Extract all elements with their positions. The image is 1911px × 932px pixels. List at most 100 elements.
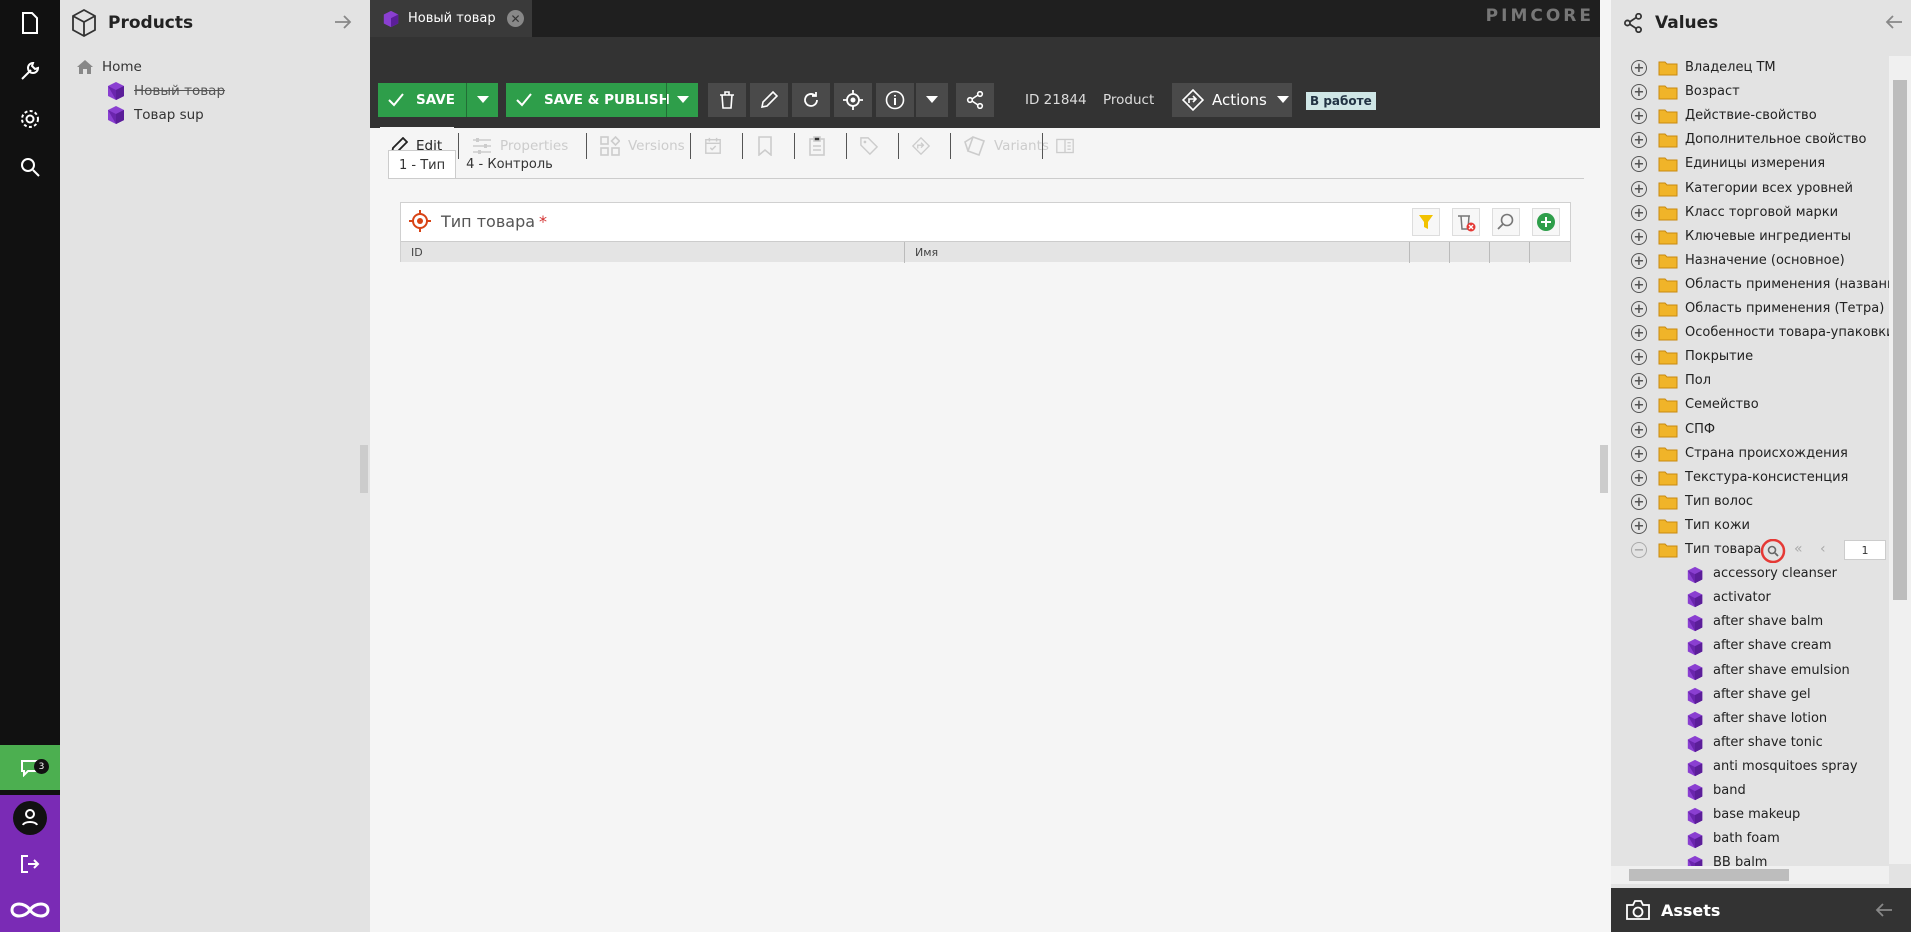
values-folder-row[interactable]: + Назначение (основное) — [1611, 249, 1891, 273]
first-page-icon[interactable]: « — [1794, 541, 1803, 557]
close-tab-icon[interactable]: ✕ — [507, 10, 524, 27]
expand-icon[interactable]: + — [1631, 229, 1647, 245]
save-button[interactable]: SAVE — [378, 83, 498, 117]
expand-icon[interactable]: + — [1631, 446, 1647, 462]
values-folder-row[interactable]: + Категории всех уровней — [1611, 177, 1891, 201]
info-button[interactable] — [876, 83, 914, 117]
tab-variants[interactable]: Variants — [954, 127, 1059, 164]
share-button[interactable] — [956, 83, 994, 117]
gear-icon[interactable] — [0, 96, 60, 142]
values-folder-row[interactable]: + Владелец ТМ — [1611, 56, 1891, 80]
logout-button[interactable] — [0, 841, 60, 886]
expand-icon[interactable]: + — [1631, 253, 1647, 269]
add-relation-button[interactable] — [1532, 208, 1560, 236]
tree-item-tovar-sup[interactable]: Товар sup — [60, 103, 370, 127]
rename-button[interactable] — [750, 83, 788, 117]
search-icon[interactable] — [1758, 539, 1788, 563]
tab-bookmark[interactable] — [746, 127, 792, 164]
tab-workflow[interactable] — [902, 127, 948, 164]
tree-item-novyi-tovar[interactable]: Новый товар — [60, 79, 370, 103]
values-object-row[interactable]: band — [1611, 779, 1891, 803]
prev-page-icon[interactable]: ‹ — [1820, 541, 1826, 557]
expand-icon[interactable]: + — [1631, 518, 1647, 534]
values-object-row[interactable]: accessory cleanser — [1611, 562, 1891, 586]
tab-tags[interactable] — [850, 127, 896, 164]
values-object-row[interactable]: anti mosquitoes spray — [1611, 755, 1891, 779]
values-object-row[interactable]: after shave emulsion — [1611, 659, 1891, 683]
values-folder-row[interactable]: + Единицы измерения — [1611, 152, 1891, 176]
notifications-button[interactable]: 3 — [0, 745, 60, 790]
tree-resize-handle[interactable] — [360, 445, 368, 493]
subtab-type[interactable]: 1 - Тип — [388, 150, 457, 179]
info-dropdown[interactable] — [916, 83, 948, 117]
values-folder-row[interactable]: + Особенности товара-упаковки — [1611, 321, 1895, 345]
save-options-dropdown[interactable] — [466, 83, 498, 117]
tab-preview[interactable] — [1046, 127, 1092, 164]
expand-icon[interactable]: + — [1631, 205, 1647, 221]
delete-button[interactable] — [708, 83, 746, 117]
values-object-row[interactable]: after shave balm — [1611, 610, 1891, 634]
expand-icon[interactable]: + — [1631, 494, 1647, 510]
values-horizontal-scrollbar[interactable] — [1611, 866, 1889, 884]
expand-icon[interactable]: + — [1631, 470, 1647, 486]
tree-item-home[interactable]: Home — [60, 55, 370, 79]
tab-schedule[interactable] — [694, 127, 740, 164]
expand-icon[interactable]: + — [1631, 349, 1647, 365]
collapse-panel-icon[interactable] — [334, 15, 352, 29]
values-object-row[interactable]: activator — [1611, 586, 1891, 610]
values-object-row[interactable]: after shave tonic — [1611, 731, 1891, 755]
reload-button[interactable] — [792, 83, 830, 117]
values-folder-row[interactable]: + Возраст — [1611, 80, 1891, 104]
values-folder-row[interactable]: + Тип кожи — [1611, 514, 1891, 538]
expand-icon[interactable]: + — [1631, 397, 1647, 413]
user-avatar-button[interactable] — [0, 795, 60, 840]
search-icon[interactable] — [0, 144, 60, 190]
clear-relations-button[interactable] — [1452, 208, 1480, 236]
values-folder-row[interactable]: + Тип волос — [1611, 490, 1891, 514]
column-header-id[interactable]: ID — [401, 242, 905, 263]
values-folder-row[interactable]: + Область применения (Тетра) — [1611, 297, 1891, 321]
expand-icon[interactable]: + — [1631, 325, 1647, 341]
actions-button[interactable]: Actions — [1172, 83, 1292, 117]
values-folder-row[interactable]: + Покрытие — [1611, 345, 1891, 369]
expand-icon[interactable]: + — [1631, 277, 1647, 293]
values-folder-row[interactable]: + Дополнительное свойство — [1611, 128, 1891, 152]
expand-icon[interactable]: + — [1631, 422, 1647, 438]
values-object-row[interactable]: after shave lotion — [1611, 707, 1891, 731]
collapse-panel-icon[interactable] — [1885, 15, 1903, 29]
expand-icon[interactable]: + — [1631, 301, 1647, 317]
right-resize-handle[interactable] — [1600, 445, 1608, 493]
values-object-row[interactable]: after shave gel — [1611, 683, 1891, 707]
column-header-name[interactable]: Имя — [905, 242, 1410, 263]
values-folder-row[interactable]: + Семейство — [1611, 393, 1891, 417]
expand-icon[interactable]: + — [1631, 60, 1647, 76]
expand-icon[interactable]: + — [1631, 84, 1647, 100]
document-tab[interactable]: Новый товар ✕ — [370, 0, 532, 37]
values-folder-row[interactable]: + Класс торговой марки — [1611, 201, 1891, 225]
save-publish-button[interactable]: SAVE & PUBLISH — [506, 83, 698, 117]
page-number-input[interactable]: 1 — [1844, 540, 1886, 560]
tab-versions[interactable]: Versions — [590, 127, 695, 164]
wrench-icon[interactable] — [0, 48, 60, 94]
values-folder-row[interactable]: + Ключевые ингредиенты — [1611, 225, 1891, 249]
search-relations-button[interactable] — [1492, 208, 1520, 236]
filter-button[interactable] — [1412, 208, 1440, 236]
file-icon[interactable] — [0, 0, 60, 46]
show-in-tree-button[interactable] — [834, 83, 872, 117]
expand-icon[interactable]: + — [1631, 132, 1647, 148]
tab-notes[interactable] — [798, 127, 844, 164]
subtab-control[interactable]: 4 - Контроль — [456, 150, 563, 179]
values-object-row[interactable]: base makeup — [1611, 803, 1891, 827]
expand-icon[interactable]: + — [1631, 108, 1647, 124]
values-folder-row[interactable]: + СПФ — [1611, 418, 1891, 442]
values-folder-row[interactable]: + Пол — [1611, 369, 1891, 393]
expand-icon[interactable]: + — [1631, 373, 1647, 389]
assets-panel-header[interactable]: Assets — [1611, 888, 1911, 932]
expand-icon[interactable]: + — [1631, 181, 1647, 197]
values-folder-row[interactable]: + Текстура-консистенция — [1611, 466, 1891, 490]
values-vertical-scrollbar[interactable] — [1889, 56, 1911, 864]
values-object-row[interactable]: bath foam — [1611, 827, 1891, 851]
expand-icon[interactable]: + — [1631, 156, 1647, 172]
values-object-row[interactable]: after shave cream — [1611, 634, 1891, 658]
values-folder-row[interactable]: + Область применения (название — [1611, 273, 1903, 297]
